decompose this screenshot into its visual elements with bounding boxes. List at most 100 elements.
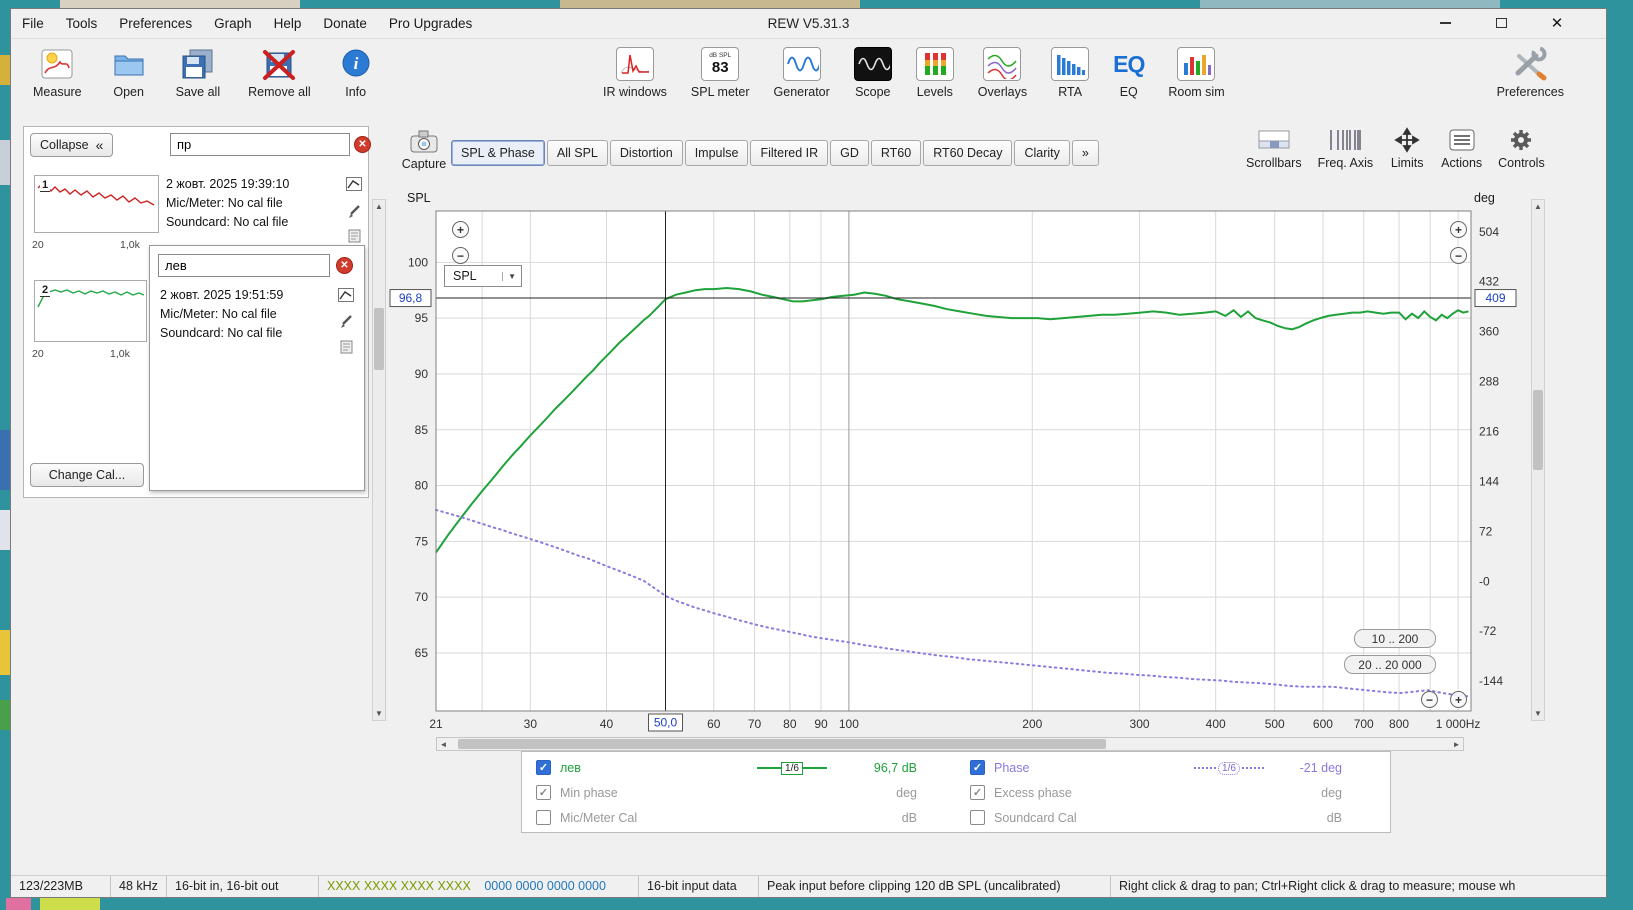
zoom-out-top-right-button[interactable]: − — [1450, 247, 1467, 264]
tab-rt60[interactable]: RT60 — [870, 140, 922, 166]
zoom-in-top-right-button[interactable]: + — [1450, 221, 1467, 238]
tab-impulse[interactable]: Impulse — [684, 140, 749, 166]
tab-gd[interactable]: GD — [830, 140, 869, 166]
info-button[interactable]: i Info — [339, 47, 373, 99]
change-cal-button[interactable]: Change Cal... — [30, 463, 144, 487]
capture-button[interactable]: Capture — [399, 127, 449, 171]
graph-vertical-scrollbar[interactable]: ▲ ▼ — [1531, 199, 1545, 721]
scroll-right-icon[interactable]: ► — [1450, 740, 1463, 749]
legend-label-mic-cal: Mic/Meter Cal — [560, 811, 638, 825]
maximize-button[interactable] — [1486, 11, 1516, 35]
svg-text:-144: -144 — [1479, 674, 1503, 688]
tab-more[interactable]: » — [1071, 140, 1099, 166]
scrollbar-thumb[interactable] — [458, 739, 1106, 749]
scrollbar-thumb[interactable] — [1533, 390, 1543, 470]
svg-text:-72: -72 — [1479, 624, 1497, 638]
trace-options-icon[interactable] — [346, 177, 362, 191]
actions-button[interactable]: Actions — [1441, 127, 1482, 170]
zoom-in-top-left-button[interactable]: + — [452, 221, 469, 238]
scroll-down-icon[interactable]: ▼ — [373, 709, 385, 718]
remove-measurement-1-button[interactable]: ✕ — [354, 136, 371, 153]
legend-label-phase: Phase — [994, 761, 1030, 775]
measurement-1-name-input[interactable] — [170, 133, 350, 156]
tab-rt60-decay[interactable]: RT60 Decay — [923, 140, 1013, 166]
tab-all-spl[interactable]: All SPL — [546, 140, 608, 166]
menu-donate[interactable]: Donate — [312, 11, 378, 36]
menu-preferences[interactable]: Preferences — [108, 11, 203, 36]
measurement-2-freq-min: 20 — [32, 348, 44, 360]
tab-distortion[interactable]: Distortion — [609, 140, 683, 166]
legend-checkbox-mic-cal[interactable] — [536, 810, 551, 825]
remove-measurement-2-button[interactable]: ✕ — [336, 257, 353, 274]
notes-icon[interactable] — [340, 340, 354, 354]
measurement-1-number: 1 — [40, 179, 51, 192]
menu-file[interactable]: File — [11, 11, 55, 36]
scroll-up-icon[interactable]: ▲ — [373, 202, 385, 211]
zoom-out-top-left-button[interactable]: − — [452, 247, 469, 264]
room-sim-button[interactable]: Room sim — [1168, 47, 1225, 99]
remove-all-button[interactable]: Remove all — [248, 47, 311, 99]
scroll-up-icon[interactable]: ▲ — [1532, 202, 1544, 211]
measurement-2-name-input[interactable] — [158, 254, 330, 277]
measurement-1-thumbnail[interactable] — [34, 175, 159, 233]
menu-pro-upgrades[interactable]: Pro Upgrades — [378, 11, 483, 36]
trace-select[interactable]: SPL ▼ — [444, 265, 522, 287]
trace-options-icon[interactable] — [338, 288, 354, 302]
legend-value-phase: -21 deg — [1299, 761, 1342, 775]
menu-graph[interactable]: Graph — [203, 11, 263, 36]
pencil-icon[interactable] — [339, 314, 355, 328]
freq-axis-button[interactable]: Freq. Axis — [1318, 127, 1373, 170]
controls-button[interactable]: Controls — [1498, 127, 1545, 170]
open-button[interactable]: Open — [110, 47, 148, 99]
sidebar-scrollbar[interactable]: ▲ ▼ — [372, 199, 386, 721]
eq-button[interactable]: EQ EQ — [1113, 47, 1145, 100]
legend-checkbox-lev[interactable] — [536, 760, 551, 775]
legend-checkbox-phase[interactable] — [970, 760, 985, 775]
svg-text:85: 85 — [415, 423, 429, 437]
legend-checkbox-excess-phase[interactable] — [970, 785, 985, 800]
rta-button[interactable]: RTA — [1051, 47, 1090, 99]
scope-button[interactable]: Scope — [853, 47, 892, 99]
desktop-edge — [0, 700, 10, 730]
menu-help[interactable]: Help — [263, 11, 313, 36]
save-all-button[interactable]: Save all — [176, 47, 220, 99]
scrollbar-thumb[interactable] — [374, 308, 384, 370]
measure-button[interactable]: Measure — [33, 47, 82, 99]
svg-text:409: 409 — [1485, 291, 1505, 305]
scrollbars-button[interactable]: Scrollbars — [1246, 127, 1302, 170]
svg-text:200: 200 — [1022, 717, 1042, 731]
remove-icon: ✕ — [358, 139, 367, 150]
graph-horizontal-scrollbar[interactable]: ◄ ► — [436, 737, 1464, 751]
ir-windows-button[interactable]: IR windows — [603, 47, 667, 99]
pencil-icon[interactable] — [347, 204, 363, 218]
scroll-down-icon[interactable]: ▼ — [1532, 709, 1544, 718]
freq-range-10-200-button[interactable]: 10 .. 200 — [1354, 629, 1436, 648]
measurement-2-thumbnail[interactable] — [34, 280, 147, 342]
preferences-button[interactable]: Preferences — [1497, 47, 1564, 99]
close-button[interactable]: ✕ — [1542, 11, 1572, 35]
info-icon: i — [342, 49, 370, 77]
legend-checkbox-min-phase[interactable] — [536, 785, 551, 800]
smoothing-indicator-lev[interactable]: 1/6 — [757, 760, 827, 776]
scroll-left-icon[interactable]: ◄ — [437, 740, 450, 749]
overlays-button[interactable]: Overlays — [978, 47, 1027, 99]
svg-text:100: 100 — [839, 717, 859, 731]
minimize-button[interactable] — [1430, 11, 1460, 35]
spl-meter-button[interactable]: dB SPL 83 SPL meter — [691, 47, 750, 99]
collapse-button[interactable]: Collapse « — [30, 133, 114, 157]
zoom-in-bottom-right-button[interactable]: + — [1450, 691, 1467, 708]
generator-button[interactable]: Generator — [774, 47, 830, 99]
controls-gear-icon — [1511, 130, 1532, 150]
legend-checkbox-soundcard-cal[interactable] — [970, 810, 985, 825]
tab-spl-phase[interactable]: SPL & Phase — [451, 140, 545, 166]
limits-button[interactable]: Limits — [1389, 127, 1425, 170]
zoom-out-bottom-right-button[interactable]: − — [1421, 691, 1438, 708]
tab-clarity[interactable]: Clarity — [1014, 140, 1070, 166]
menu-tools[interactable]: Tools — [55, 11, 109, 36]
freq-range-20-20000-button[interactable]: 20 .. 20 000 — [1344, 655, 1436, 674]
capture-camera-icon — [410, 130, 438, 153]
tab-filtered-ir[interactable]: Filtered IR — [750, 140, 829, 166]
measurement-2-mic-cal: Mic/Meter: No cal file — [160, 307, 277, 321]
levels-button[interactable]: Levels — [915, 47, 954, 99]
notes-icon[interactable] — [348, 229, 362, 243]
